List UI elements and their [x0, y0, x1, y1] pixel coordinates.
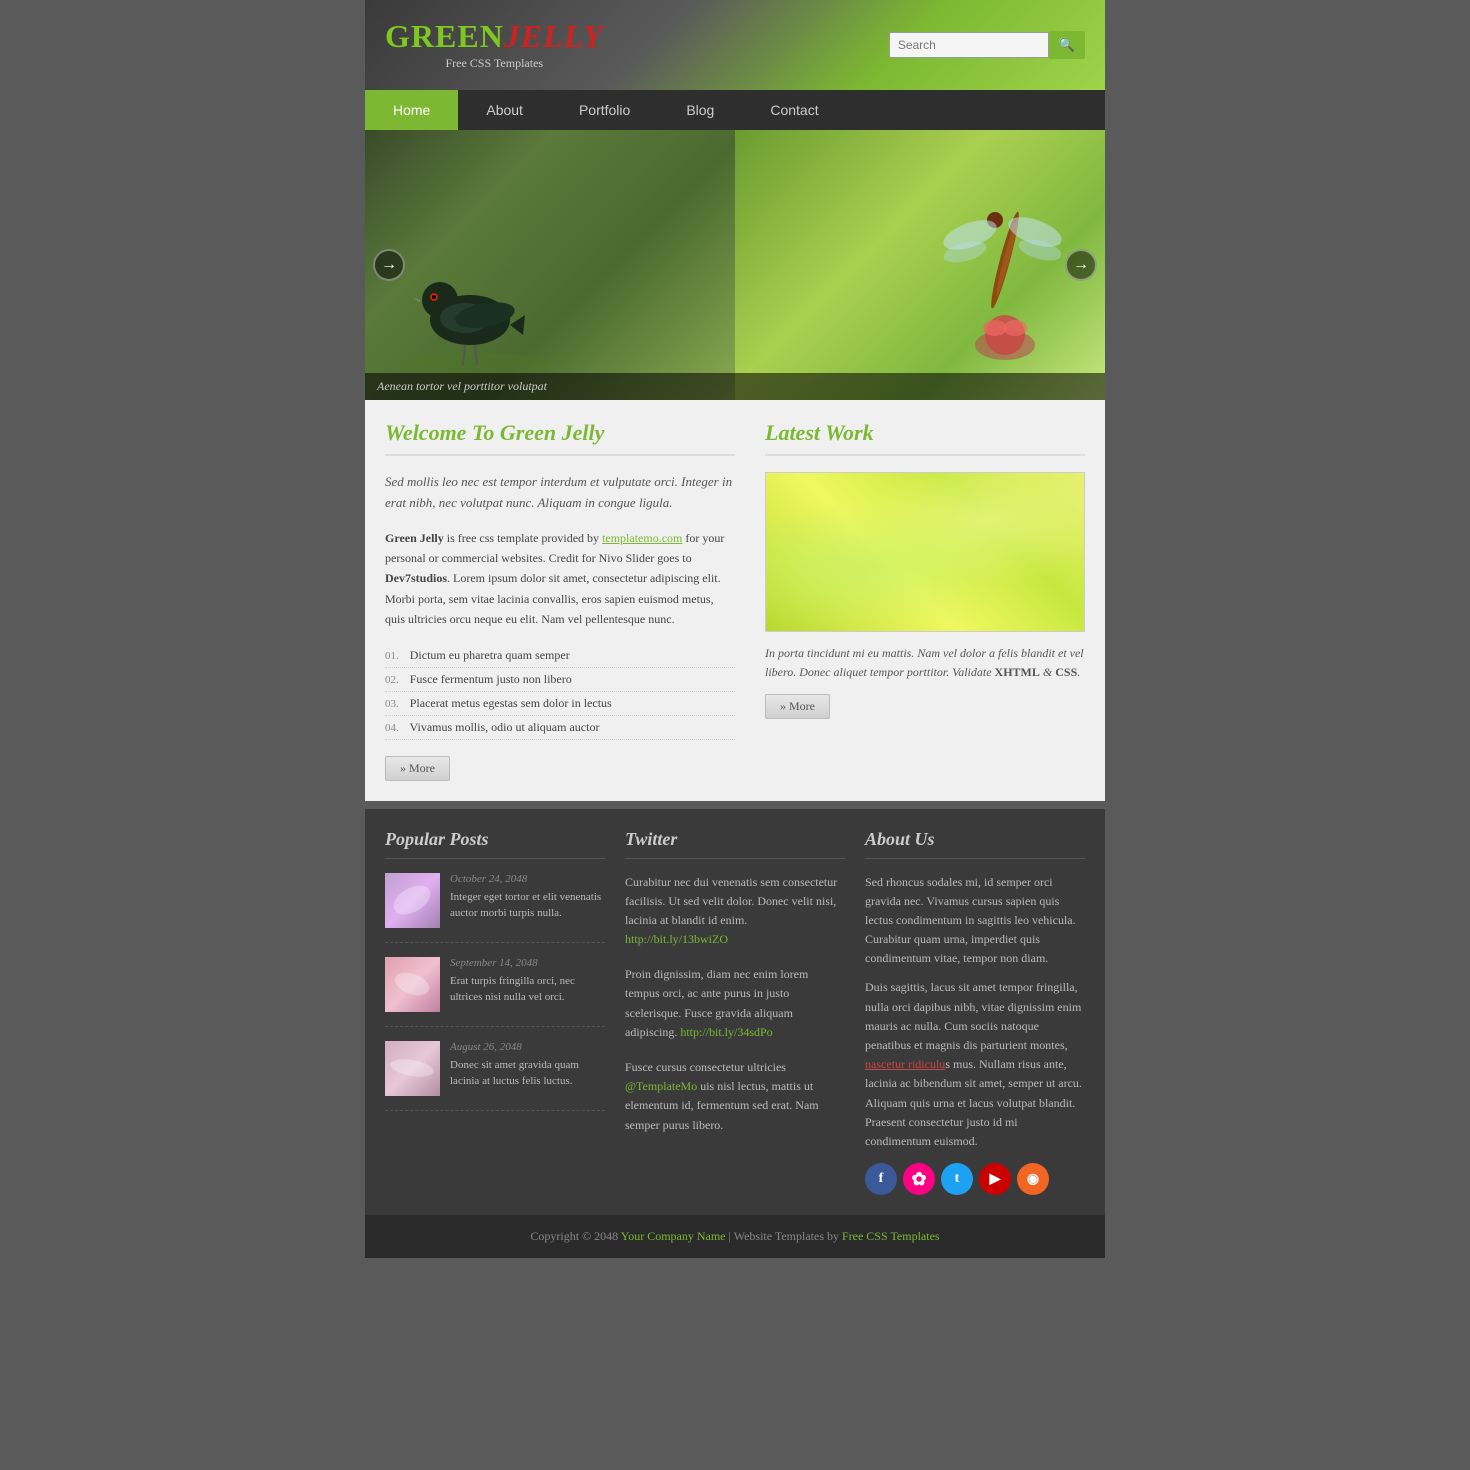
nav-home[interactable]: Home [365, 90, 458, 130]
post-info-1: October 24, 2048 Integer eget tortor et … [450, 873, 605, 928]
popular-post-3: August 26, 2048 Donec sit amet gravida q… [385, 1041, 605, 1111]
popular-posts-title: Popular Posts [385, 829, 605, 859]
slider-prev-arrow[interactable]: → [373, 249, 405, 281]
twitter-icon[interactable]: t [941, 1163, 973, 1195]
flickr-icon[interactable]: ✿ [903, 1163, 935, 1195]
post-date-3: August 26, 2048 [450, 1041, 605, 1053]
search-input[interactable] [889, 32, 1049, 58]
about-us-title: About Us [865, 829, 1085, 859]
header: GREENJELLY Free CSS Templates 🔍 [365, 0, 1105, 90]
post-thumb-image-2 [385, 957, 440, 1012]
social-icons: f ✿ t ▶ ◉ [865, 1163, 1085, 1195]
post-date-1: October 24, 2048 [450, 873, 605, 885]
welcome-list: 01. Dictum eu pharetra quam semper 02. F… [385, 644, 735, 740]
main-content: Welcome To Green Jelly Sed mollis leo ne… [365, 400, 1105, 801]
work-caption: In porta tincidunt mi eu mattis. Nam vel… [765, 644, 1085, 682]
post-thumb-image-3 [385, 1041, 440, 1096]
nav-about[interactable]: About [458, 90, 551, 130]
nav-portfolio[interactable]: Portfolio [551, 90, 658, 130]
footer-bottom: Copyright © 2048 Your Company Name | Web… [365, 1215, 1105, 1258]
footer-content: Popular Posts October 24, 2048 Integer e… [365, 809, 1105, 1216]
twitter-section: Twitter Curabitur nec dui venenatis sem … [625, 829, 845, 1196]
templates-link[interactable]: Free CSS Templates [842, 1229, 940, 1243]
post-thumb-image-1 [385, 873, 440, 928]
section-divider [365, 801, 1105, 809]
slide-left [365, 130, 735, 400]
post-text-1: Integer eget tortor et elit venenatis au… [450, 889, 605, 922]
latest-work-section: Latest Work In porta tincidunt mi eu mat… [765, 420, 1085, 781]
slide-right [735, 130, 1105, 400]
search-button[interactable]: 🔍 [1049, 31, 1085, 59]
nascetur-link[interactable]: nascetur ridiculu [865, 1057, 945, 1071]
nav-contact[interactable]: Contact [742, 90, 846, 130]
tweet-link-2[interactable]: http://bit.ly/34sdPo [680, 1025, 772, 1039]
logo: GREENJELLY Free CSS Templates [385, 20, 604, 71]
hero-slider: Aenean tortor vel porttitor volutpat → → [365, 130, 1105, 400]
welcome-body: Green Jelly is free css template provide… [385, 528, 735, 630]
post-thumb-1 [385, 873, 440, 928]
copyright-text: Copyright © 2048 [530, 1229, 620, 1243]
list-item: 03. Placerat metus egestas sem dolor in … [385, 692, 735, 716]
search-area: 🔍 [889, 31, 1085, 59]
tweet-1: Curabitur nec dui venenatis sem consecte… [625, 873, 845, 950]
post-thumb-3 [385, 1041, 440, 1096]
welcome-more-button[interactable]: » More [385, 756, 450, 781]
tweet-2: Proin dignissim, diam nec enim lorem tem… [625, 965, 845, 1042]
slide-caption: Aenean tortor vel porttitor volutpat [365, 373, 1105, 400]
post-text-3: Donec sit amet gravida quam lacinia at l… [450, 1057, 605, 1090]
facebook-icon[interactable]: f [865, 1163, 897, 1195]
welcome-section: Welcome To Green Jelly Sed mollis leo ne… [385, 420, 735, 781]
main-nav: Home About Portfolio Blog Contact [365, 90, 1105, 130]
work-image [765, 472, 1085, 632]
popular-post-2: September 14, 2048 Erat turpis fringilla… [385, 957, 605, 1027]
list-item: 01. Dictum eu pharetra quam semper [385, 644, 735, 668]
slider-next-arrow[interactable]: → [1065, 249, 1097, 281]
footer-mid-text: | Website Templates by [726, 1229, 842, 1243]
list-item: 04. Vivamus mollis, odio ut aliquam auct… [385, 716, 735, 740]
templatemo-link[interactable]: templatemo.com [602, 531, 682, 545]
work-more-button[interactable]: » More [765, 694, 830, 719]
logo-subtitle: Free CSS Templates [385, 56, 604, 71]
dragonfly-illustration [935, 160, 1075, 360]
post-text-2: Erat turpis fringilla orci, nec ultrices… [450, 973, 605, 1006]
nav-blog[interactable]: Blog [658, 90, 742, 130]
about-us-section: About Us Sed rhoncus sodales mi, id semp… [865, 829, 1085, 1196]
youtube-icon[interactable]: ▶ [979, 1163, 1011, 1195]
bird-illustration [385, 220, 565, 380]
rss-icon[interactable]: ◉ [1017, 1163, 1049, 1195]
about-text-1: Sed rhoncus sodales mi, id semper orci g… [865, 873, 1085, 969]
logo-red: JELLY [504, 18, 604, 54]
twitter-title: Twitter [625, 829, 845, 859]
tweet-mention[interactable]: @TemplateMo [625, 1079, 697, 1093]
welcome-title: Welcome To Green Jelly [385, 420, 735, 456]
logo-green: GREEN [385, 18, 504, 54]
latest-work-title: Latest Work [765, 420, 1085, 456]
popular-post-1: October 24, 2048 Integer eget tortor et … [385, 873, 605, 943]
welcome-intro: Sed mollis leo nec est tempor interdum e… [385, 472, 735, 514]
tweet-3: Fusce cursus consectetur ultricies @Temp… [625, 1058, 845, 1135]
post-date-2: September 14, 2048 [450, 957, 605, 969]
work-image-inner [766, 473, 1084, 631]
company-link[interactable]: Your Company Name [621, 1229, 726, 1243]
about-text-2: Duis sagittis, lacus sit amet tempor fri… [865, 978, 1085, 1151]
popular-posts-section: Popular Posts October 24, 2048 Integer e… [385, 829, 605, 1196]
post-thumb-2 [385, 957, 440, 1012]
tweet-link-1[interactable]: http://bit.ly/13bwiZO [625, 932, 728, 946]
post-info-3: August 26, 2048 Donec sit amet gravida q… [450, 1041, 605, 1096]
logo-text: GREENJELLY [385, 20, 604, 52]
list-item: 02. Fusce fermentum justo non libero [385, 668, 735, 692]
post-info-2: September 14, 2048 Erat turpis fringilla… [450, 957, 605, 1012]
